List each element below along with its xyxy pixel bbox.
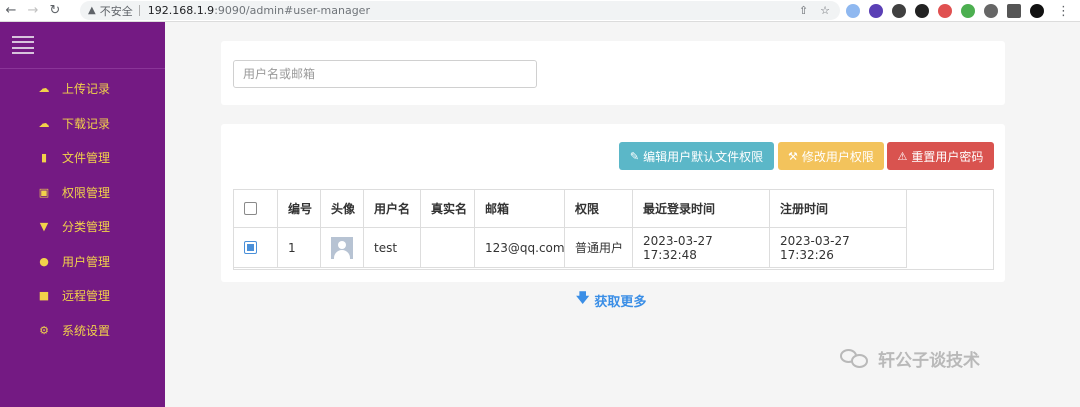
- column-header: 用户名: [364, 190, 421, 227]
- extension-circle-icon[interactable]: [846, 4, 860, 18]
- edit-icon: ✎: [629, 149, 640, 163]
- url-host: 192.168.1.9: [147, 4, 215, 17]
- email: 123@qq.com: [475, 228, 565, 267]
- sidebar-item-label: 权限管理: [62, 185, 111, 200]
- column-header: 头像: [321, 190, 364, 227]
- extension-hat-icon[interactable]: [892, 4, 906, 18]
- real-name: [421, 228, 475, 267]
- avatar-cell: [321, 228, 364, 267]
- sidebar-item-label: 用户管理: [62, 254, 111, 269]
- reset-user-password-button[interactable]: ⚠ 重置用户密码: [887, 142, 994, 170]
- select-all-cell: [234, 190, 278, 227]
- sidebar-item-user-management[interactable]: ● 用户管理: [37, 251, 110, 271]
- user-icon: ●: [39, 254, 49, 268]
- address-bar[interactable]: ▲ 不安全 192.168.1.9 :9090/admin#user-manag…: [80, 1, 840, 20]
- reload-icon[interactable]: ↻: [44, 0, 66, 22]
- wrench-icon: ⚒: [788, 149, 798, 163]
- search-input[interactable]: [233, 60, 537, 88]
- forward-arrow-icon[interactable]: →: [22, 0, 44, 22]
- sidebar-item-system-settings[interactable]: ⚙ 系统设置: [37, 320, 110, 340]
- last-login-time: 2023-03-27 17:32:48: [633, 228, 770, 267]
- modify-user-permission-button[interactable]: ⚒ 修改用户权限: [778, 142, 884, 170]
- filter-icon: ▼: [39, 219, 49, 233]
- sidebar-item-file-management[interactable]: ▮ 文件管理: [37, 147, 110, 167]
- registration-time: 2023-03-27 17:32:26: [770, 228, 907, 267]
- warning-icon: ▲: [88, 5, 96, 16]
- kebab-menu-icon[interactable]: ⋮: [1057, 0, 1070, 22]
- column-header: 权限: [565, 190, 633, 227]
- user-id: 1: [278, 228, 321, 267]
- table-header-row: 编号 头像 用户名 真实名 邮箱 权限 最近登录时间 注册时间: [234, 190, 907, 228]
- share-icon[interactable]: ⇧: [799, 4, 808, 17]
- cloud-download-icon: ☁: [38, 116, 50, 130]
- table-row[interactable]: 1 test 123@qq.com 普通用户 2023-03-27 17:32:…: [234, 228, 907, 268]
- back-arrow-icon[interactable]: ←: [0, 0, 22, 22]
- sidebar-item-label: 远程管理: [62, 288, 111, 303]
- side-panel-icon[interactable]: [1007, 4, 1021, 18]
- avatar: [331, 236, 353, 259]
- bookmark-star-icon[interactable]: ☆: [820, 4, 830, 17]
- warning-icon: ⚠: [897, 149, 908, 163]
- role: 普通用户: [565, 228, 633, 267]
- extension-mask-icon[interactable]: [915, 4, 929, 18]
- username: test: [364, 228, 421, 267]
- wechat-icon: [840, 347, 870, 369]
- folder-icon: ■: [38, 288, 50, 302]
- extension-b-icon[interactable]: [869, 4, 883, 18]
- load-more-link[interactable]: 🡇 获取更多: [576, 290, 646, 310]
- puzzle-icon[interactable]: [984, 4, 998, 18]
- sidebar-item-label: 上传记录: [62, 81, 111, 96]
- sidebar-item-label: 下载记录: [62, 116, 111, 131]
- watermark: 轩公子谈技术: [840, 345, 980, 371]
- column-header: 注册时间: [770, 190, 907, 227]
- sidebar-item-label: 分类管理: [62, 219, 111, 234]
- row-select-cell: [234, 228, 278, 267]
- browser-toolbar: ← → ↻ ▲ 不安全 192.168.1.9 :9090/admin#user…: [0, 0, 1080, 22]
- sidebar-item-upload-records[interactable]: ☁ 上传记录: [37, 78, 111, 98]
- file-icon: ▮: [40, 150, 48, 164]
- sidebar-item-remote-management[interactable]: ■ 远程管理: [37, 285, 110, 305]
- gear-icon: ⚙: [39, 323, 49, 337]
- sidebar-item-category-management[interactable]: ▼ 分类管理: [37, 216, 110, 236]
- sidebar-item-permission-management[interactable]: ▣ 权限管理: [37, 182, 110, 202]
- arrow-down-icon: 🡇: [576, 291, 590, 306]
- column-header: 最近登录时间: [633, 190, 770, 227]
- user-table: 编号 头像 用户名 真实名 邮箱 权限 最近登录时间 注册时间 1 test 1…: [233, 189, 994, 270]
- hamburger-menu-icon[interactable]: [12, 36, 34, 54]
- row-checkbox[interactable]: [244, 241, 257, 254]
- lock-icon: ▣: [38, 185, 50, 199]
- sidebar-item-label: 系统设置: [62, 323, 111, 338]
- profile-avatar-icon[interactable]: [1030, 4, 1044, 18]
- column-header: 真实名: [421, 190, 475, 227]
- extension-chrome-icon[interactable]: [961, 4, 975, 18]
- sidebar-item-download-records[interactable]: ☁ 下载记录: [37, 113, 111, 133]
- sidebar-item-label: 文件管理: [62, 150, 111, 165]
- column-header: 编号: [278, 190, 321, 227]
- edit-default-file-permission-button[interactable]: ✎ 编辑用户默认文件权限: [619, 142, 774, 170]
- column-header: 邮箱: [475, 190, 565, 227]
- insecure-label: 不安全: [99, 4, 133, 18]
- cloud-upload-icon: ☁: [38, 81, 50, 95]
- extension-red-icon[interactable]: [938, 4, 952, 18]
- url-path: :9090/admin#user-manager: [214, 4, 370, 17]
- select-all-checkbox[interactable]: [244, 202, 257, 215]
